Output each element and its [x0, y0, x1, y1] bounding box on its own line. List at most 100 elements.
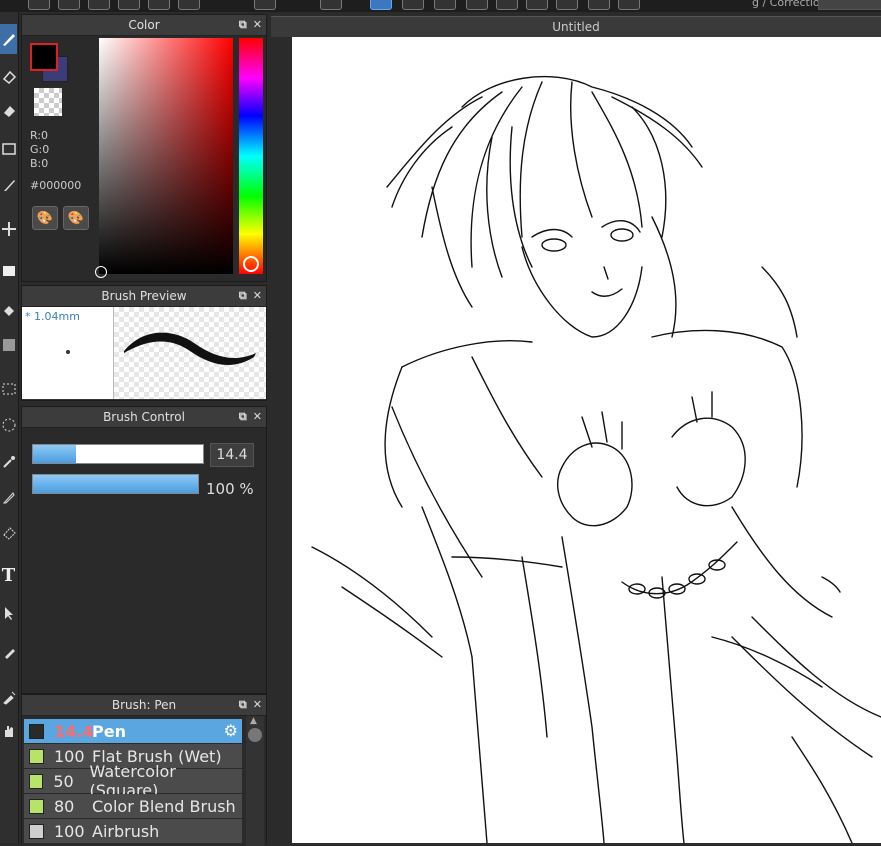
red-value: R:0 [30, 129, 49, 142]
popout-icon[interactable]: ⧉ [239, 695, 247, 715]
snap-parallel-icon[interactable] [402, 0, 424, 10]
select-pen-icon[interactable] [0, 482, 17, 512]
popout-icon[interactable]: ⧉ [239, 286, 247, 306]
snap-cross-icon[interactable] [320, 0, 342, 10]
brush-size-slider[interactable] [32, 444, 204, 464]
sv-cursor [95, 266, 107, 278]
eraser-tool-icon[interactable] [0, 62, 17, 92]
brush-size: 80 [54, 796, 75, 816]
save-icon[interactable] [28, 0, 50, 10]
brush-name: Pen [92, 721, 126, 741]
brush-size-fill [33, 445, 76, 463]
saturation-value-picker[interactable] [95, 38, 233, 278]
color-panel: Color ⧉ ✕ R:0 G:0 B:0 #000000 🎨 🎨 [21, 14, 267, 282]
rectangle-tool-icon[interactable] [0, 134, 17, 164]
brush-item-pen[interactable]: 14.4 Pen ⚙ [24, 719, 242, 744]
rgb-readout: R:0 G:0 B:0 [30, 129, 49, 171]
filter-icon[interactable] [148, 0, 170, 10]
brush-size: 50 [53, 771, 74, 791]
palette-icon[interactable]: 🎨 [32, 206, 58, 230]
eyedropper-icon[interactable] [0, 682, 17, 712]
blue-value: B:0 [30, 157, 49, 170]
brush-control-title-text: Brush Control [103, 410, 185, 424]
document-area: Untitled [271, 12, 881, 843]
opacity-fill [33, 475, 198, 493]
bucket-tool-icon[interactable] [0, 296, 17, 326]
snap-settings-icon[interactable] [588, 0, 610, 10]
color-panel-title-text: Color [128, 18, 160, 32]
brush-control-panel: Brush Control ⧉ ✕ 14.4 100 % [21, 406, 267, 694]
brush-name: Airbrush [92, 821, 160, 841]
rect-select-icon[interactable] [0, 374, 17, 404]
brush-name: Color Blend Brush [92, 796, 236, 816]
scroll-up-icon[interactable]: ▲ [250, 716, 257, 726]
hex-value: #000000 [30, 179, 82, 192]
color-panel-title: Color ⧉ ✕ [22, 15, 266, 36]
hand-tool-icon[interactable] [0, 716, 17, 746]
dropper-brush-icon[interactable] [0, 638, 17, 668]
snap-grid-icon[interactable] [434, 0, 456, 10]
redo-icon[interactable] [88, 0, 110, 10]
brush-item-airbrush[interactable]: 100 Airbrush [24, 819, 242, 844]
snap-curve-icon[interactable] [556, 0, 578, 10]
brush-color-swatch [29, 798, 44, 814]
brush-list-title-text: Brush: Pen [111, 698, 177, 712]
brush-list-title: Brush: Pen ⧉ ✕ [22, 695, 266, 716]
popout-icon[interactable]: ⧉ [239, 15, 247, 35]
brush-list-scrollbar[interactable]: ▲ [246, 716, 264, 846]
grid-icon[interactable] [178, 0, 200, 10]
layer-icon[interactable] [118, 0, 140, 10]
move-tool-icon[interactable] [0, 214, 17, 244]
select-eraser-icon[interactable] [0, 518, 17, 548]
brush-color-swatch [29, 748, 44, 764]
operation-tool-icon[interactable] [0, 598, 17, 628]
brush-tool-icon[interactable] [0, 170, 17, 200]
undo-icon[interactable] [58, 0, 80, 10]
close-icon[interactable]: ✕ [253, 286, 262, 306]
hue-slider[interactable] [239, 38, 263, 274]
fill-rect-tool-icon[interactable] [0, 256, 17, 286]
pen-tool-icon[interactable] [0, 24, 17, 54]
brush-size-value[interactable]: 14.4 [210, 443, 254, 467]
transparent-color-swatch[interactable] [34, 88, 62, 116]
brush-size: 100 [54, 821, 85, 841]
snap-off-icon[interactable] [254, 0, 276, 10]
gear-icon[interactable]: ⚙ [224, 721, 238, 740]
correction-label: g / Correction [752, 0, 827, 9]
popout-icon[interactable]: ⧉ [239, 407, 247, 427]
canvas[interactable] [292, 37, 881, 843]
brush-color-swatch [29, 773, 44, 789]
brush-color-swatch [29, 723, 44, 739]
snap-circle-icon[interactable] [526, 0, 548, 10]
snap-radial-icon[interactable] [496, 0, 518, 10]
scroll-thumb[interactable] [248, 728, 262, 742]
brush-control-title: Brush Control ⧉ ✕ [22, 407, 266, 428]
opacity-slider[interactable] [32, 474, 199, 494]
brush-tip-preview: * 1.04mm [22, 307, 114, 399]
brush-size: 14.4 [54, 721, 94, 741]
close-icon[interactable]: ✕ [253, 695, 262, 715]
close-icon[interactable]: ✕ [253, 15, 262, 35]
brush-tip-dot [66, 350, 70, 354]
snap-ellipse-icon[interactable] [370, 0, 392, 10]
brush-item-color-blend-brush[interactable]: 80 Color Blend Brush [24, 794, 242, 819]
fill-eraser-tool-icon[interactable] [0, 96, 17, 126]
brush-list-panel: Brush: Pen ⧉ ✕ 14.4 Pen ⚙ 100 Flat Brush … [21, 694, 267, 846]
snap-gear-icon[interactable] [618, 0, 640, 10]
hue-cursor [243, 256, 259, 272]
gradient-tool-icon[interactable] [0, 330, 17, 360]
snap-perspective-icon[interactable] [466, 0, 488, 10]
top-toolbar: g / Correction [0, 0, 881, 12]
lasso-select-icon[interactable] [0, 410, 17, 440]
foreground-color-swatch[interactable] [30, 43, 58, 71]
line-art-sketch [311, 75, 881, 843]
close-icon[interactable]: ✕ [253, 407, 262, 427]
magic-wand-icon[interactable] [0, 446, 17, 476]
palette-settings-icon[interactable]: 🎨 [63, 206, 89, 230]
green-value: G:0 [30, 143, 50, 156]
text-tool-icon[interactable]: T [0, 560, 17, 590]
correction-field[interactable] [818, 0, 881, 10]
brush-item-watercolor-square[interactable]: 50 Watercolor (Square) [24, 762, 242, 800]
brush-preview-title-text: Brush Preview [101, 289, 187, 303]
brush-preview-panel: Brush Preview ⧉ ✕ * 1.04mm [21, 285, 267, 401]
